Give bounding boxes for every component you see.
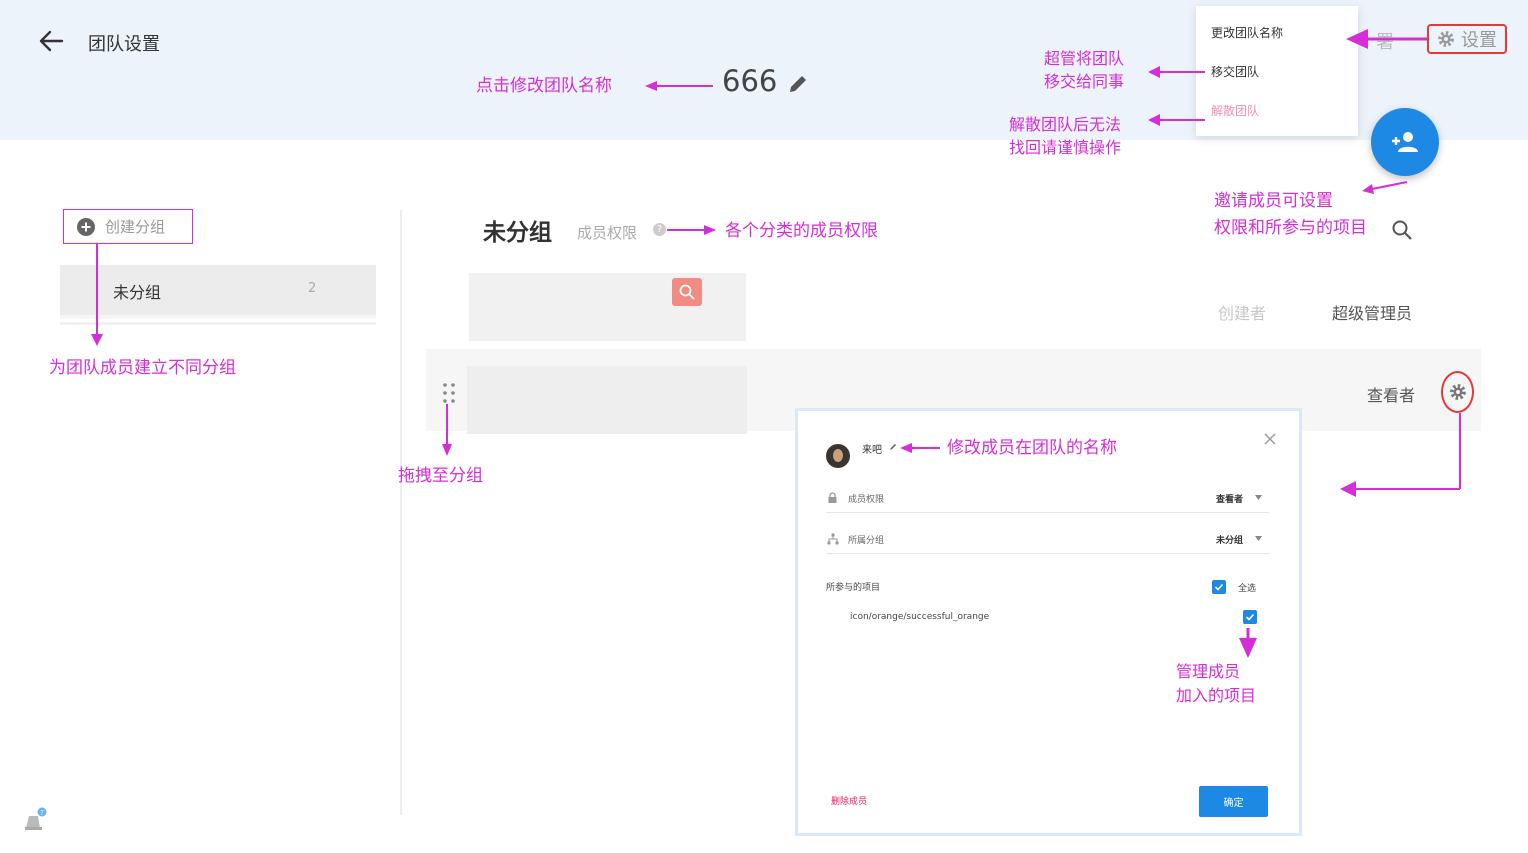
- annotation-transfer-line2: 移交给同事: [1044, 72, 1125, 91]
- role-super-admin: 超级管理员: [1332, 304, 1413, 323]
- create-group-button[interactable]: 创建分组: [63, 209, 193, 244]
- sidebar-item-ungrouped[interactable]: 未分组 2: [60, 265, 376, 319]
- select-all-checkbox[interactable]: [1212, 580, 1226, 594]
- divider: [826, 553, 1269, 554]
- check-icon: [1214, 583, 1224, 591]
- member-card[interactable]: [469, 273, 746, 341]
- divider: [826, 512, 1269, 513]
- search-icon[interactable]: [1391, 219, 1413, 241]
- chevron-down-icon[interactable]: [1255, 495, 1262, 500]
- annotation-manage-line1: 管理成员: [1176, 662, 1241, 681]
- sidebar-divider: [60, 322, 376, 325]
- select-all-label: 全选: [1238, 584, 1257, 594]
- member-settings-button[interactable]: [1441, 371, 1474, 413]
- chevron-down-icon[interactable]: [1255, 536, 1262, 541]
- hierarchy-icon: [827, 533, 839, 545]
- annotation-rename-team: 点击修改团队名称: [476, 76, 612, 96]
- section-title: 未分组: [483, 220, 552, 246]
- svg-text:?: ?: [40, 809, 44, 817]
- lock-icon: [828, 492, 837, 503]
- annotation-create-groups: 为团队成员建立不同分组: [49, 358, 236, 378]
- menu-item-rename-team[interactable]: 更改团队名称: [1211, 24, 1283, 41]
- check-icon: [1245, 613, 1255, 621]
- member-settings-dialog: [795, 408, 1302, 836]
- menu-item-dissolve-team[interactable]: 解散团队: [1211, 102, 1259, 119]
- pencil-icon[interactable]: [786, 72, 810, 96]
- permission-label: 成员权限: [848, 495, 885, 505]
- annotation-invite-line2: 权限和所参与的项目: [1214, 218, 1367, 238]
- pencil-icon[interactable]: [888, 442, 898, 452]
- sidebar-item-label: 未分组: [113, 283, 162, 302]
- close-icon[interactable]: [1263, 432, 1277, 446]
- arrow-left-icon[interactable]: [36, 28, 66, 54]
- gear-icon: [1438, 31, 1454, 47]
- annotation-manage-line2: 加入的项目: [1176, 686, 1257, 705]
- member-name[interactable]: 来吧: [862, 441, 882, 456]
- search-button[interactable]: [672, 278, 702, 306]
- search-icon: [679, 284, 695, 300]
- annotation-transfer-line1: 超管将团队: [1044, 49, 1125, 68]
- delete-member-link[interactable]: 删除成员: [831, 794, 867, 807]
- help-icon[interactable]: ?: [653, 223, 666, 236]
- annotation-invite-line1: 邀请成员可设置: [1214, 191, 1333, 211]
- avatar: [826, 444, 850, 468]
- group-label: 所属分组: [848, 536, 885, 546]
- plus-circle-icon: [77, 217, 95, 236]
- team-name[interactable]: 666: [722, 64, 777, 98]
- sidebar-item-count: 2: [308, 281, 317, 296]
- annotation-dissolve-line1: 解散团队后无法: [1009, 115, 1122, 134]
- projects-label: 所参与的项目: [826, 583, 881, 593]
- group-select[interactable]: 未分组: [1216, 533, 1243, 546]
- project-name: icon/orange/successful_orange: [850, 612, 990, 622]
- permission-select[interactable]: 查看者: [1216, 492, 1243, 505]
- annotation-drag-to-group: 拖拽至分组: [398, 466, 483, 486]
- create-group-label: 创建分组: [105, 218, 166, 236]
- member-permission-label: 成员权限: [577, 224, 638, 242]
- bell-icon[interactable]: ?: [22, 806, 50, 834]
- annotation-dissolve-line2: 找回请谨慎操作: [1009, 138, 1122, 157]
- gear-icon: [1449, 384, 1466, 400]
- role-creator: 创建者: [1218, 304, 1267, 323]
- vertical-divider: [400, 210, 402, 815]
- confirm-button[interactable]: 确定: [1199, 786, 1268, 817]
- invite-member-button[interactable]: [1371, 108, 1439, 176]
- project-checkbox[interactable]: [1243, 610, 1257, 624]
- settings-label: 设置: [1461, 30, 1497, 51]
- obscured-label: 署: [1376, 32, 1394, 53]
- page-title: 团队设置: [88, 34, 160, 55]
- drag-handle-icon[interactable]: [441, 382, 457, 404]
- annotation-group-permission: 各个分类的成员权限: [725, 221, 878, 241]
- menu-item-transfer-team[interactable]: 移交团队: [1211, 63, 1259, 80]
- team-settings-menu: 更改团队名称 移交团队 解散团队: [1196, 6, 1358, 136]
- member-card[interactable]: [467, 366, 747, 434]
- add-person-icon: [1392, 132, 1418, 152]
- settings-button[interactable]: 设置: [1427, 24, 1507, 54]
- role-viewer: 查看者: [1367, 386, 1416, 405]
- annotation-rename-member: 修改成员在团队的名称: [947, 438, 1117, 458]
